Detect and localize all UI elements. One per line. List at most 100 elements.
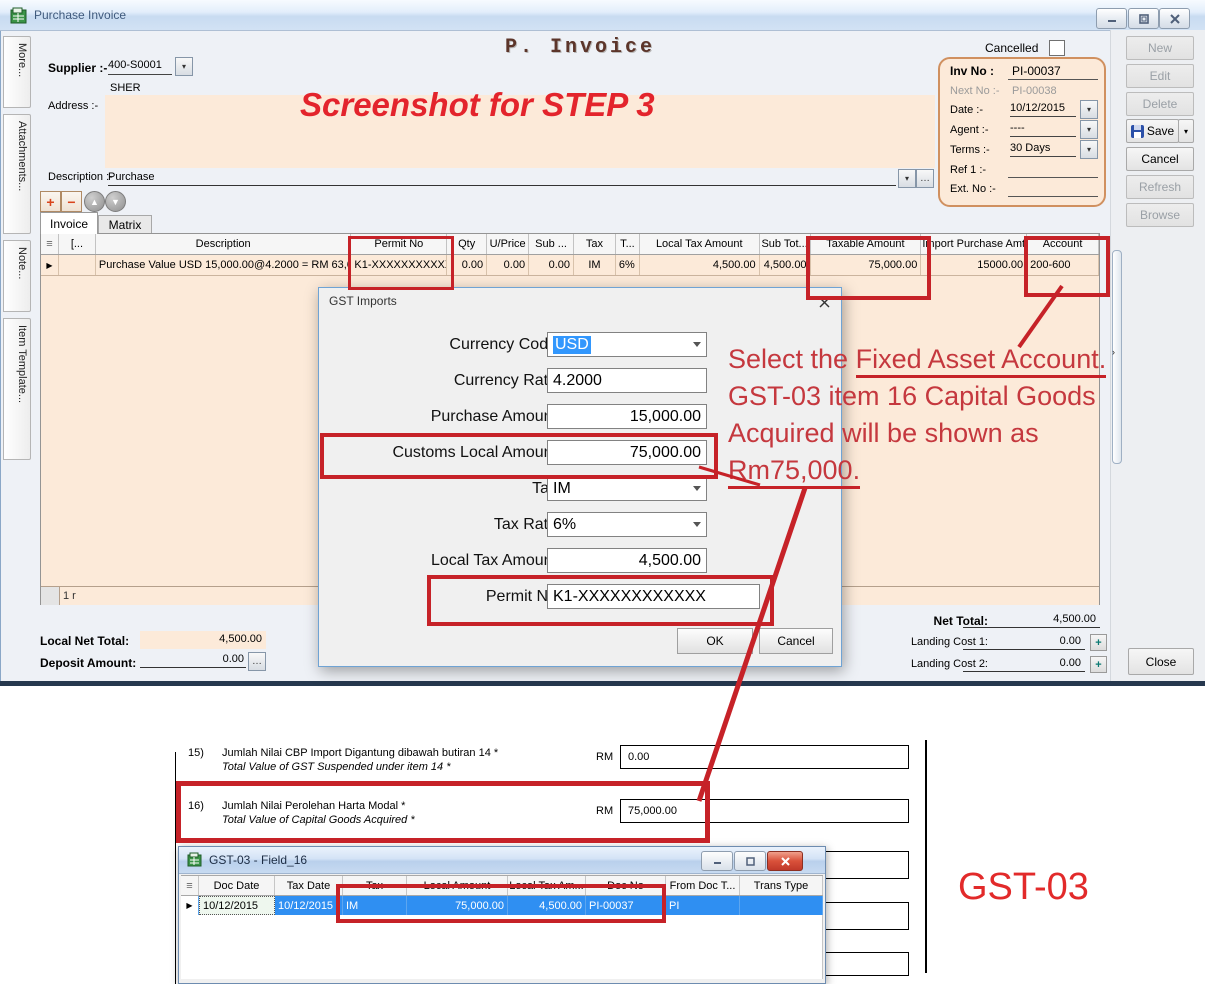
- sidebar-item-more[interactable]: More...: [3, 36, 31, 108]
- save-dropdown-button[interactable]: ▾: [1178, 119, 1194, 143]
- dialog-cancel-button[interactable]: Cancel: [759, 628, 833, 654]
- ok-button-label: OK: [706, 634, 723, 648]
- net-total-value: 4,500.00: [963, 613, 1100, 628]
- gst03-item15-subtitle: Total Value of GST Suspended under item …: [222, 761, 451, 773]
- col-doc-date[interactable]: Doc Date: [199, 876, 275, 895]
- cell-tax[interactable]: IM: [574, 255, 616, 275]
- col-description[interactable]: Description: [96, 234, 352, 254]
- col-local-tax-amount[interactable]: Local Tax Amount: [640, 234, 760, 254]
- grid-data-row[interactable]: ▶ Purchase Value USD 15,000.00@4.2000 = …: [41, 255, 1099, 276]
- field16-app-icon: [187, 852, 203, 868]
- cell-import-purchase-amt[interactable]: 15000.00: [921, 255, 1027, 275]
- landing-cost-2-value[interactable]: 0.00: [963, 657, 1085, 672]
- cell-from-doc-t[interactable]: PI: [666, 896, 740, 915]
- tax-combo[interactable]: IM: [547, 476, 707, 501]
- cell-item[interactable]: [59, 255, 96, 275]
- move-down-button[interactable]: ▼: [105, 191, 126, 212]
- tab-matrix[interactable]: Matrix: [98, 215, 152, 235]
- next-no-value: PI-00038: [1012, 85, 1057, 97]
- new-button[interactable]: New: [1126, 36, 1194, 60]
- local-tax-amount-input[interactable]: 4,500.00: [547, 548, 707, 573]
- field16-menu-icon[interactable]: ≡: [181, 876, 199, 895]
- browse-button[interactable]: Browse: [1126, 203, 1194, 227]
- edit-button[interactable]: Edit: [1126, 64, 1194, 88]
- cell-sub[interactable]: 0.00: [529, 255, 574, 275]
- agent-value[interactable]: ----: [1010, 122, 1076, 137]
- description-value[interactable]: Purchase: [108, 171, 154, 183]
- grid-menu-icon[interactable]: ≡: [41, 234, 59, 254]
- date-value[interactable]: 10/12/2015: [1010, 102, 1076, 117]
- ext-no-field[interactable]: [1008, 196, 1098, 197]
- supplier-dropdown-button[interactable]: ▾: [175, 57, 193, 76]
- description-dropdown-button[interactable]: ▾: [898, 169, 916, 188]
- delete-button[interactable]: Delete: [1126, 92, 1194, 116]
- col-tax[interactable]: Tax: [574, 234, 616, 254]
- chevron-down-icon: [693, 522, 701, 527]
- ref1-field[interactable]: [1008, 177, 1098, 178]
- currency-code-combo[interactable]: USD: [547, 332, 707, 357]
- purchase-amount-input[interactable]: 15,000.00: [547, 404, 707, 429]
- step-annotation: Screenshot for STEP 3: [300, 86, 655, 124]
- supplier-label: Supplier :-: [48, 61, 107, 75]
- save-button[interactable]: Save: [1126, 119, 1179, 143]
- sidebar-item-item-template[interactable]: Item Template...: [3, 318, 31, 460]
- field16-minimize-button[interactable]: [701, 851, 733, 871]
- cell-tax-date[interactable]: 10/12/2015: [275, 896, 343, 915]
- panel-splitter[interactable]: [1112, 250, 1122, 464]
- tab-invoice[interactable]: Invoice: [40, 212, 98, 234]
- deposit-more-button[interactable]: …: [248, 652, 266, 671]
- col-tax-rate[interactable]: T...: [616, 234, 640, 254]
- terms-value[interactable]: 30 Days: [1010, 142, 1076, 157]
- col-trans-type[interactable]: Trans Type: [740, 876, 823, 895]
- cell-local-tax-amount[interactable]: 4,500.00: [640, 255, 760, 275]
- col-sub-total[interactable]: Sub Tot...: [760, 234, 811, 254]
- cancelled-checkbox[interactable]: [1049, 40, 1065, 56]
- col-sub[interactable]: Sub ...: [529, 234, 574, 254]
- refresh-button[interactable]: Refresh: [1126, 175, 1194, 199]
- col-import-purchase-amt[interactable]: Import Purchase Amt: [921, 234, 1027, 254]
- ref1-label: Ref 1 :-: [950, 164, 986, 176]
- description-more-button[interactable]: …: [916, 169, 934, 188]
- cell-description[interactable]: Purchase Value USD 15,000.00@4.2000 = RM…: [96, 255, 351, 275]
- sidebar-item-note[interactable]: Note...: [3, 240, 31, 312]
- cell-tax-rate[interactable]: 6%: [616, 255, 640, 275]
- deposit-amount-value[interactable]: 0.00: [140, 653, 246, 668]
- agent-dropdown-button[interactable]: ▾: [1080, 120, 1098, 139]
- remove-row-button[interactable]: −: [61, 191, 82, 212]
- close-icon: [781, 857, 790, 866]
- landing-cost-1-add-button[interactable]: +: [1090, 634, 1107, 651]
- landing-cost-2-add-button[interactable]: +: [1090, 656, 1107, 673]
- window-title: Purchase Invoice: [34, 8, 126, 22]
- currency-rate-input[interactable]: 4.2000: [547, 368, 707, 393]
- col-from-doc-t[interactable]: From Doc T...: [666, 876, 740, 895]
- gst03-item15-input[interactable]: [620, 745, 909, 769]
- tax-rate-combo[interactable]: 6%: [547, 512, 707, 537]
- move-up-button[interactable]: ▲: [84, 191, 105, 212]
- cancel-button[interactable]: Cancel: [1126, 147, 1194, 171]
- supplier-value[interactable]: 400-S0001: [108, 59, 172, 75]
- tab-invoice-label: Invoice: [50, 217, 88, 231]
- cell-sub-total[interactable]: 4,500.00: [760, 255, 811, 275]
- dialog-ok-button[interactable]: OK: [677, 628, 753, 654]
- close-button[interactable]: [1159, 8, 1190, 29]
- maximize-button[interactable]: [1128, 8, 1159, 29]
- field16-maximize-button[interactable]: [734, 851, 766, 871]
- cell-uprice[interactable]: 0.00: [487, 255, 529, 275]
- close-window-button[interactable]: Close: [1128, 648, 1194, 675]
- landing-cost-1-value[interactable]: 0.00: [963, 635, 1085, 650]
- add-row-button[interactable]: +: [40, 191, 61, 212]
- cell-doc-date[interactable]: 10/12/2015: [199, 896, 275, 915]
- sidebar-item-attachments[interactable]: Attachments...: [3, 114, 31, 234]
- tax-value: IM: [553, 480, 571, 498]
- cell-trans-type[interactable]: [740, 896, 823, 915]
- col-tax-date[interactable]: Tax Date: [275, 876, 343, 895]
- arrow-down-icon: ▼: [111, 197, 120, 207]
- field16-close-button[interactable]: [767, 851, 803, 871]
- field16-window-title: GST-03 - Field_16: [209, 853, 307, 867]
- col-item[interactable]: [...: [59, 234, 96, 254]
- col-uprice[interactable]: U/Price: [487, 234, 529, 254]
- minimize-button[interactable]: [1096, 8, 1127, 29]
- gst03-item15-currency: RM: [596, 751, 613, 763]
- terms-dropdown-button[interactable]: ▾: [1080, 140, 1098, 159]
- date-dropdown-button[interactable]: ▾: [1080, 100, 1098, 119]
